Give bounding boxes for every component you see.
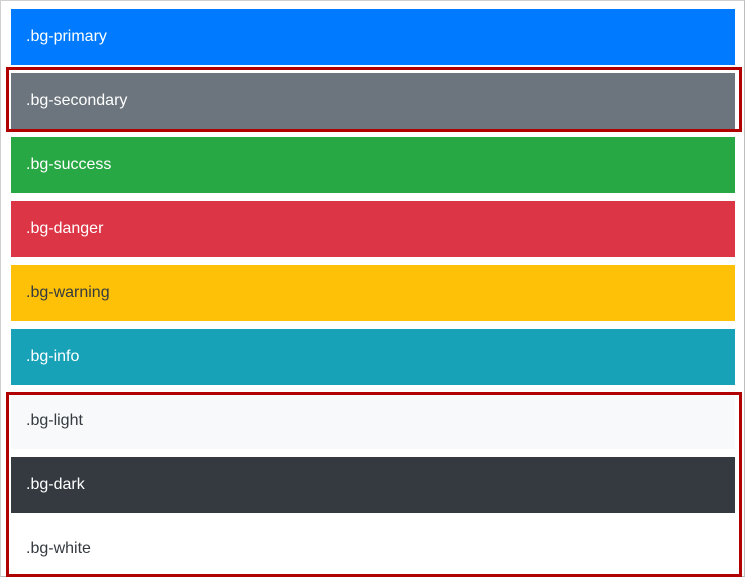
swatch-light: .bg-light [11,393,735,449]
swatch-success: .bg-success [11,137,735,193]
swatch-label: .bg-primary [26,28,107,45]
swatch-label: .bg-dark [26,476,85,493]
swatch-secondary: .bg-secondary [11,73,735,129]
swatch-white: .bg-white [11,521,735,577]
swatch-info: .bg-info [11,329,735,385]
swatch-label: .bg-light [26,412,83,429]
swatch-label: .bg-info [26,348,80,365]
swatch-primary: .bg-primary [11,9,735,65]
swatch-label: .bg-warning [26,284,110,301]
swatch-dark: .bg-dark [11,457,735,513]
swatch-label: .bg-success [26,156,112,173]
swatch-label: .bg-white [26,540,91,557]
swatch-label: .bg-danger [26,220,104,237]
swatch-danger: .bg-danger [11,201,735,257]
swatch-warning: .bg-warning [11,265,735,321]
swatch-label: .bg-secondary [26,92,128,109]
